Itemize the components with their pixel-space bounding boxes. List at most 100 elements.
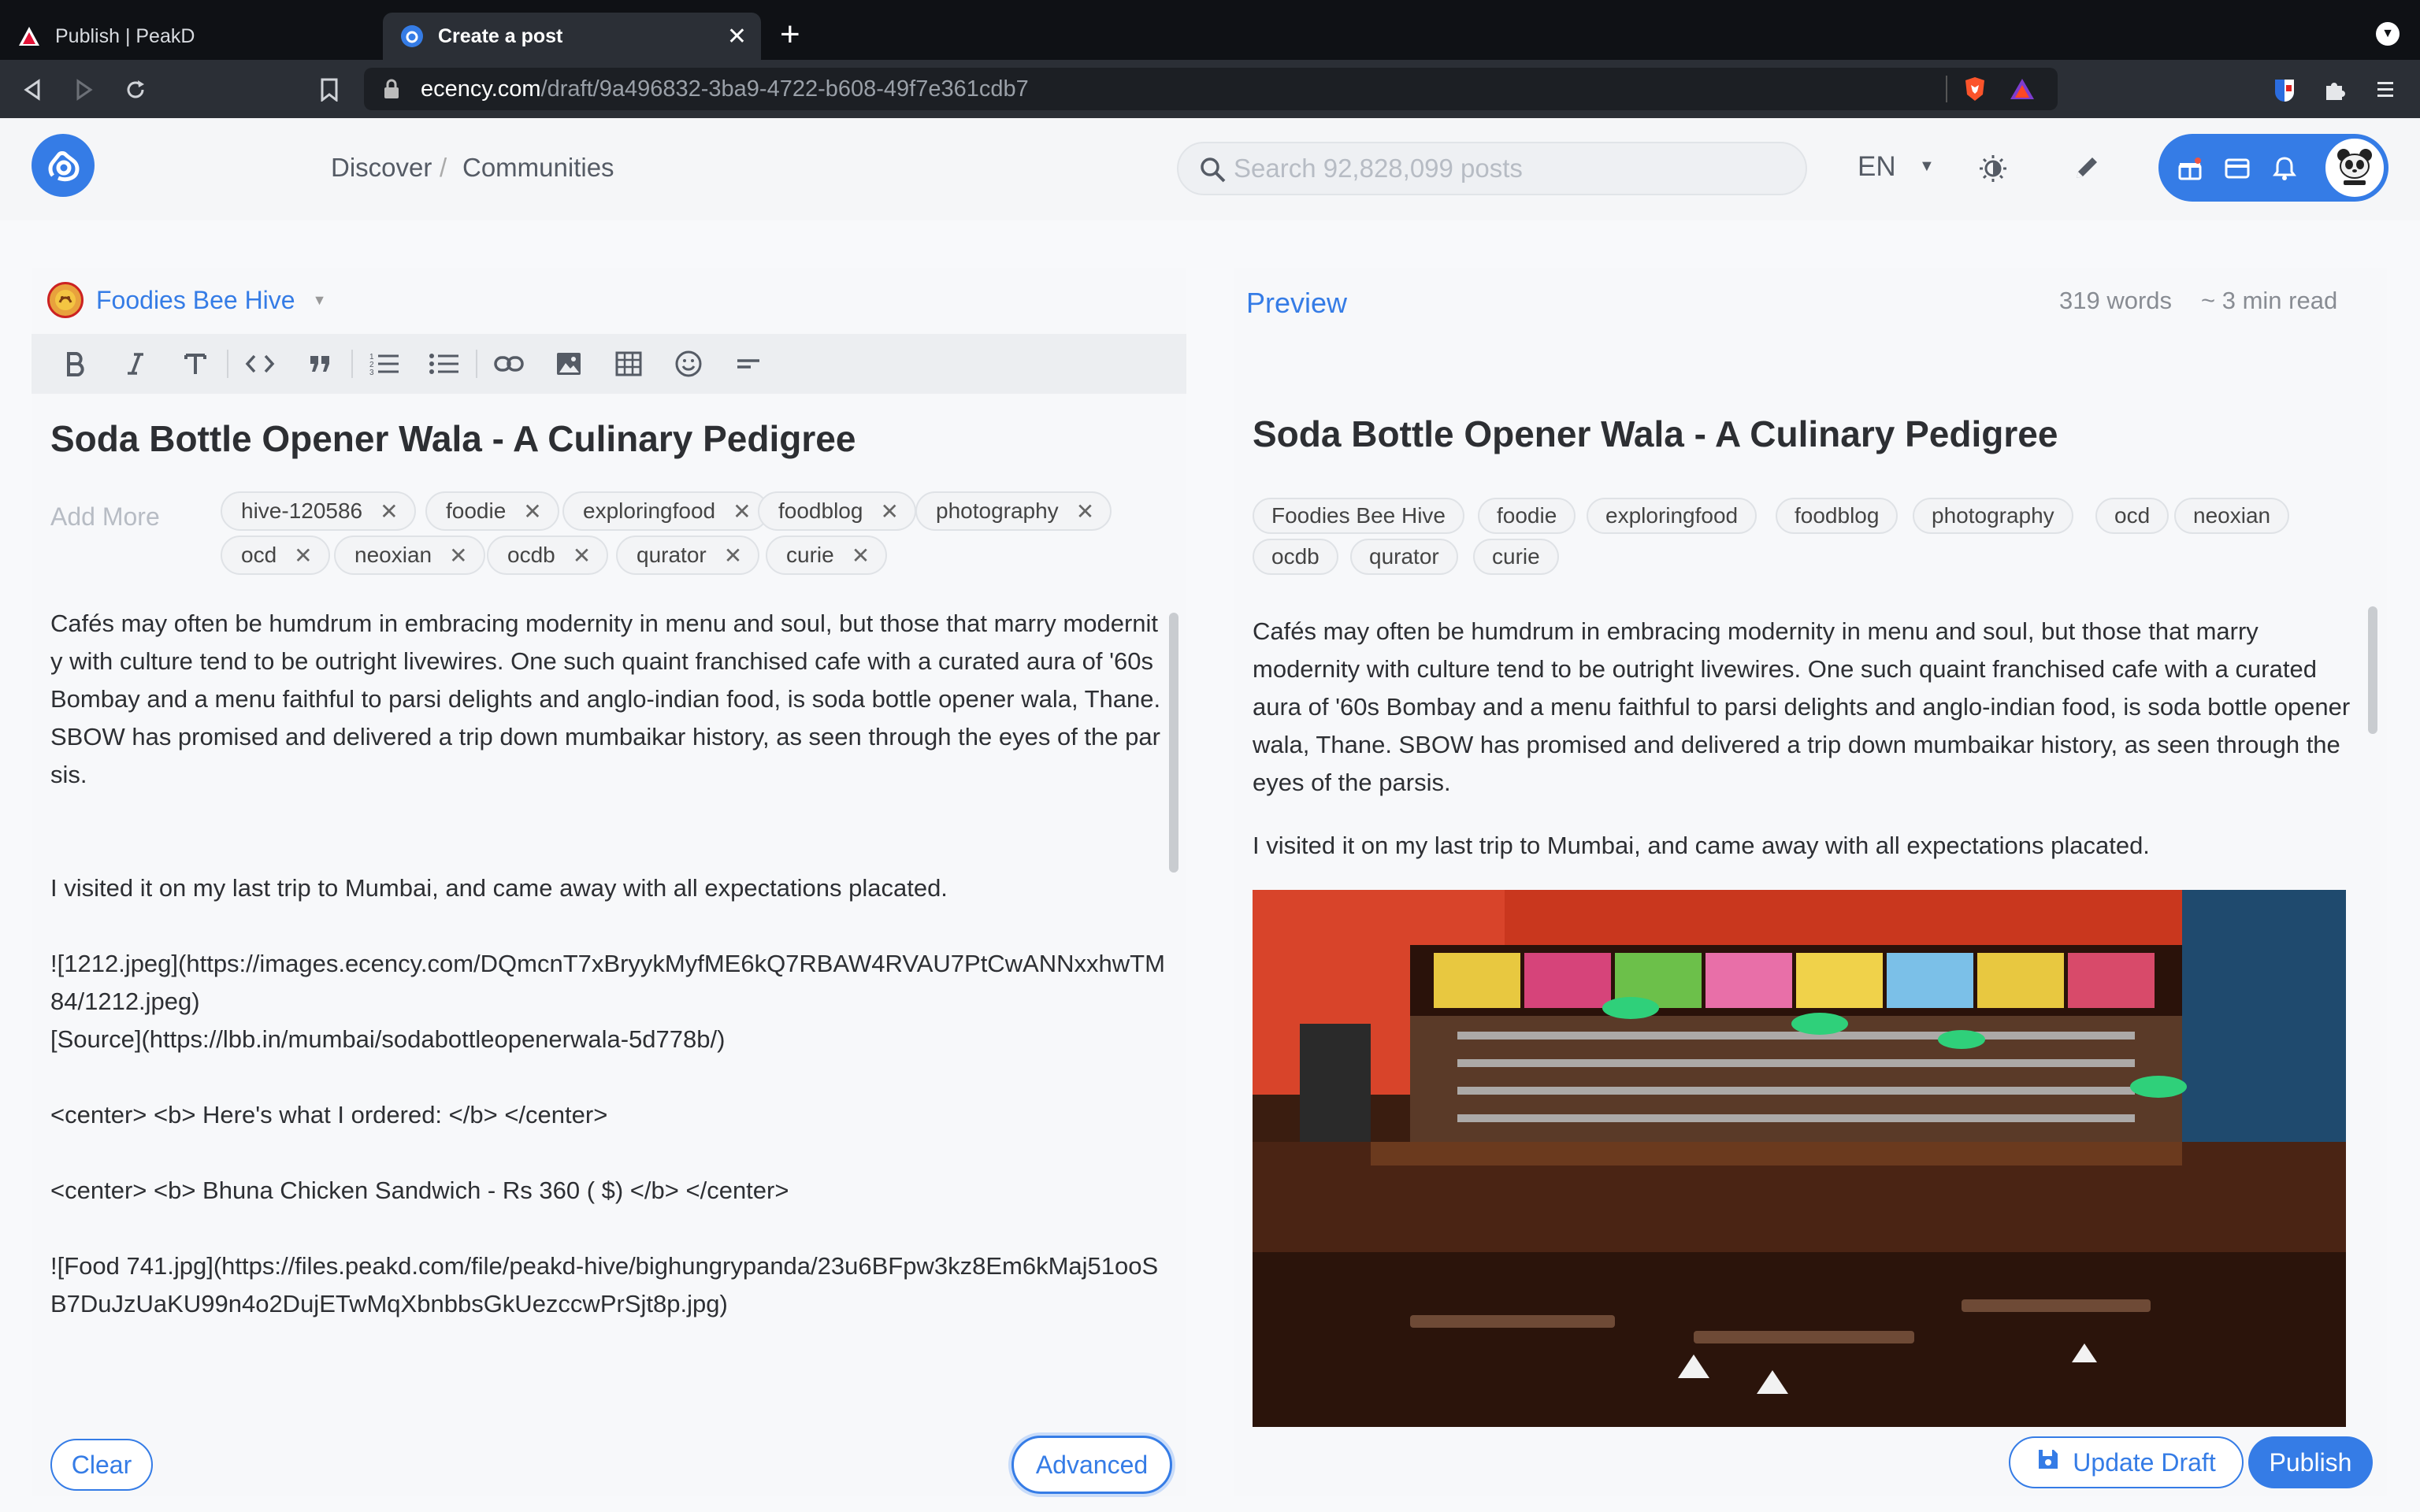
body-line: ![1212.jpeg](https://images.ecency.com/D…: [50, 950, 1165, 1015]
read-time: ~ 3 min read: [2201, 287, 2338, 314]
chevron-down-icon[interactable]: ▼: [1919, 158, 1935, 176]
preview-tag[interactable]: foodblog: [1776, 498, 1899, 534]
extensions-puzzle-icon[interactable]: [2321, 76, 2349, 104]
brave-rewards-icon[interactable]: [2009, 77, 2036, 107]
wallet-icon[interactable]: [2225, 156, 2250, 181]
preview-tag[interactable]: ocdb: [1253, 539, 1338, 575]
tag-label: foodblog: [778, 498, 863, 523]
italic-icon[interactable]: [106, 334, 165, 394]
search-icon: [1199, 156, 1227, 188]
preview-tag[interactable]: exploringfood: [1587, 498, 1757, 534]
new-tab-icon[interactable]: +: [780, 17, 800, 52]
update-draft-button[interactable]: Update Draft: [2009, 1436, 2244, 1488]
language-selector[interactable]: EN: [1858, 151, 1896, 183]
remove-tag-icon[interactable]: ✕: [380, 498, 398, 524]
tag-label: curie: [786, 543, 834, 567]
nav-separator: /: [440, 153, 447, 182]
preview-tag[interactable]: ocd: [2095, 498, 2169, 534]
tag-chip: foodie ✕: [425, 491, 559, 531]
preview-heading: Preview: [1246, 287, 1348, 319]
community-selector[interactable]: Foodies Bee Hive ▼: [47, 282, 326, 318]
body-line: [Source](https://lbb.in/mumbai/sodabottl…: [50, 1025, 726, 1053]
bookmark-icon[interactable]: [314, 74, 345, 106]
preview-scrollbar[interactable]: [2368, 606, 2379, 1433]
post-body-textarea[interactable]: Cafés may often be humdrum in embracing …: [50, 605, 1169, 1400]
remove-tag-icon[interactable]: ✕: [724, 543, 742, 569]
body-line: [50, 907, 1169, 945]
remove-tag-icon[interactable]: ✕: [1076, 498, 1094, 524]
preview-tag[interactable]: photography: [1913, 498, 2073, 534]
body-line: [50, 1058, 1169, 1096]
quote-icon[interactable]: [290, 334, 350, 394]
brave-shield-icon[interactable]: [1963, 76, 1987, 109]
preview-tag[interactable]: qurator: [1350, 539, 1458, 575]
formatting-toolbar: 123: [32, 334, 1186, 394]
word-count: 319 words: [2059, 287, 2173, 314]
nav-communities[interactable]: Communities: [462, 153, 614, 183]
bullet-list-icon[interactable]: [414, 334, 474, 394]
ecency-logo-icon[interactable]: [32, 134, 95, 197]
gift-icon[interactable]: [2177, 156, 2203, 181]
remove-tag-icon[interactable]: ✕: [733, 498, 751, 524]
close-tab-icon[interactable]: ✕: [727, 23, 747, 50]
nav-discover[interactable]: Discover: [331, 153, 432, 183]
body-line: [50, 1134, 1169, 1172]
emoji-icon[interactable]: [659, 334, 718, 394]
tag-label: photography: [936, 498, 1059, 523]
heading-icon[interactable]: [165, 334, 225, 394]
tag-chip: hive-120586 ✕: [221, 491, 416, 531]
browser-menu-icon[interactable]: [2371, 76, 2400, 104]
remove-tag-icon[interactable]: ✕: [573, 543, 591, 569]
remove-tag-icon[interactable]: ✕: [880, 498, 898, 524]
search-input[interactable]: [1234, 154, 1785, 183]
bell-icon[interactable]: [2272, 156, 2297, 181]
link-icon[interactable]: [479, 334, 539, 394]
remove-tag-icon[interactable]: ✕: [523, 498, 541, 524]
theme-toggle-icon[interactable]: [1977, 153, 2009, 188]
browser-tab-bar: Publish | PeakD Create a post ✕ + ▼: [0, 0, 2420, 60]
preview-tag[interactable]: neoxian: [2174, 498, 2290, 534]
image-icon[interactable]: [539, 334, 599, 394]
svg-text:3: 3: [369, 369, 374, 376]
community-name: Foodies Bee Hive: [96, 285, 295, 314]
avatar[interactable]: [2325, 139, 2384, 197]
tag-chip: photography ✕: [915, 491, 1112, 531]
tab-menu-icon[interactable]: ▼: [2376, 22, 2400, 46]
preview-tag[interactable]: curie: [1473, 539, 1559, 575]
clear-button[interactable]: Clear: [50, 1439, 153, 1491]
scrollbar-thumb[interactable]: [2368, 606, 2377, 734]
url-bar[interactable]: ecency.com/draft/9a496832-3ba9-4722-b608…: [364, 68, 2058, 110]
table-icon[interactable]: [599, 334, 659, 394]
app-header: Discover / Communities EN ▼: [0, 118, 2420, 220]
reload-icon[interactable]: [120, 74, 151, 106]
extension-shield-icon[interactable]: [2270, 76, 2299, 104]
preview-paragraph: I visited it on my last trip to Mumbai, …: [1253, 832, 2150, 859]
forward-icon[interactable]: [68, 74, 99, 106]
preview-tag[interactable]: Foodies Bee Hive: [1253, 498, 1465, 534]
fragment-icon[interactable]: [718, 334, 778, 394]
remove-tag-icon[interactable]: ✕: [294, 543, 312, 569]
toolbar-divider: [476, 350, 477, 378]
preview-body: Cafés may often be humdrum in embracing …: [1253, 613, 2355, 890]
tag-label: ocd: [241, 543, 277, 567]
user-menu: [2158, 134, 2388, 202]
pencil-icon[interactable]: [2072, 153, 2102, 187]
advanced-button[interactable]: Advanced: [1011, 1436, 1172, 1494]
ordered-list-icon[interactable]: 123: [354, 334, 414, 394]
back-icon[interactable]: [17, 74, 49, 106]
scrollbar-thumb[interactable]: [1169, 613, 1178, 873]
code-icon[interactable]: [230, 334, 290, 394]
tab-create-post[interactable]: Create a post ✕: [383, 13, 761, 60]
bold-icon[interactable]: [46, 334, 106, 394]
url-host: ecency.com: [421, 76, 541, 102]
body-line: [50, 1210, 1169, 1247]
browser-address-bar: ecency.com/draft/9a496832-3ba9-4722-b608…: [0, 60, 2420, 118]
editor-scrollbar[interactable]: [1169, 598, 1180, 1402]
tab-peakd[interactable]: Publish | PeakD: [0, 13, 370, 60]
publish-button[interactable]: Publish: [2248, 1436, 2373, 1488]
post-title-input[interactable]: Soda Bottle Opener Wala - A Culinary Ped…: [50, 417, 856, 460]
remove-tag-icon[interactable]: ✕: [852, 543, 870, 569]
remove-tag-icon[interactable]: ✕: [449, 543, 467, 569]
preview-tag[interactable]: foodie: [1478, 498, 1576, 534]
body-line: [50, 832, 1169, 869]
